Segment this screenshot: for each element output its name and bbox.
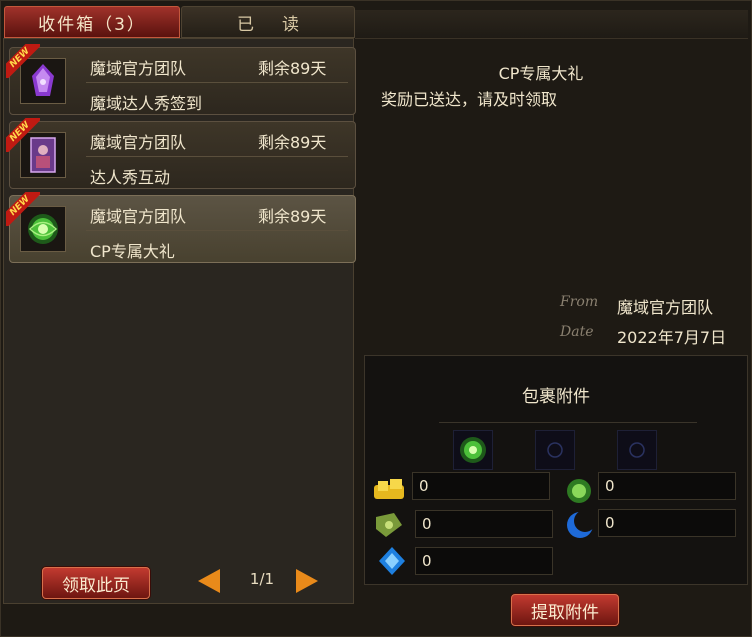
tag-icon xyxy=(376,513,402,537)
gold-field: 0 xyxy=(412,472,550,500)
claim-page-button[interactable]: 领取此页 xyxy=(42,567,150,599)
tab-inbox[interactable]: 收件箱（3） xyxy=(4,6,180,38)
from-label: From xyxy=(560,294,599,310)
mail-remaining: 剩余89天 xyxy=(258,207,327,226)
divider xyxy=(86,230,348,231)
empty-slot-icon xyxy=(629,442,645,458)
blue-crystal-field: 0 xyxy=(415,547,553,575)
new-badge: NEW xyxy=(6,118,40,152)
attachment-slot-2[interactable] xyxy=(535,430,575,470)
header-bar xyxy=(355,10,748,39)
gold-coin-icon xyxy=(374,479,404,499)
mail-sender: 魔域官方团队 xyxy=(90,59,187,78)
mail-subject: 魔域达人秀签到 xyxy=(90,94,203,113)
claim-attachment-button[interactable]: 提取附件 xyxy=(511,594,619,626)
mail-sender: 魔域官方团队 xyxy=(90,133,187,152)
green-orb-icon xyxy=(460,437,486,463)
attachment-slot-1[interactable] xyxy=(453,430,493,470)
mail-subject: 达人秀互动 xyxy=(90,168,171,187)
page-indicator: 1/1 xyxy=(249,570,275,588)
mail-sender: 魔域官方团队 xyxy=(90,207,187,226)
attachment-slot-3[interactable] xyxy=(617,430,657,470)
divider xyxy=(439,422,697,423)
mail-title: CP专属大礼 xyxy=(498,64,584,83)
mail-item-3[interactable]: NEW 魔域官方团队 剩余89天 CP专属大礼 xyxy=(6,192,356,263)
tag-field: 0 xyxy=(415,510,553,538)
mail-body: 奖励已送达，请及时领取 xyxy=(381,90,558,109)
divider xyxy=(86,82,348,83)
from-value: 魔域官方团队 xyxy=(617,298,714,317)
prev-page-arrow-icon[interactable] xyxy=(198,569,220,593)
date-value: 2022年7月7日 xyxy=(617,328,727,347)
blue-crystal-icon xyxy=(379,547,405,575)
green-gem-icon xyxy=(567,479,591,503)
next-page-arrow-icon[interactable] xyxy=(296,569,318,593)
divider xyxy=(86,156,348,157)
blue-moon-icon xyxy=(567,510,596,538)
mail-item-2[interactable]: NEW 魔域官方团队 剩余89天 达人秀互动 xyxy=(6,118,356,189)
attachment-title: 包裹附件 xyxy=(522,387,590,407)
mail-remaining: 剩余89天 xyxy=(258,59,327,78)
new-badge: NEW xyxy=(6,192,40,226)
tab-read[interactable]: 已读 xyxy=(181,6,355,38)
new-badge: NEW xyxy=(6,44,40,78)
date-label: Date xyxy=(560,324,594,340)
mail-remaining: 剩余89天 xyxy=(258,133,327,152)
green-gem-field: 0 xyxy=(598,472,736,500)
mail-list-panel: NEW 魔域官方团队 剩余89天 魔域达人秀签到 NEW 魔域官方团队 剩余89… xyxy=(3,38,356,604)
mail-subject: CP专属大礼 xyxy=(90,242,175,261)
blue-moon-field: 0 xyxy=(598,509,736,537)
empty-slot-icon xyxy=(547,442,563,458)
mail-item-1[interactable]: NEW 魔域官方团队 剩余89天 魔域达人秀签到 xyxy=(6,44,356,115)
